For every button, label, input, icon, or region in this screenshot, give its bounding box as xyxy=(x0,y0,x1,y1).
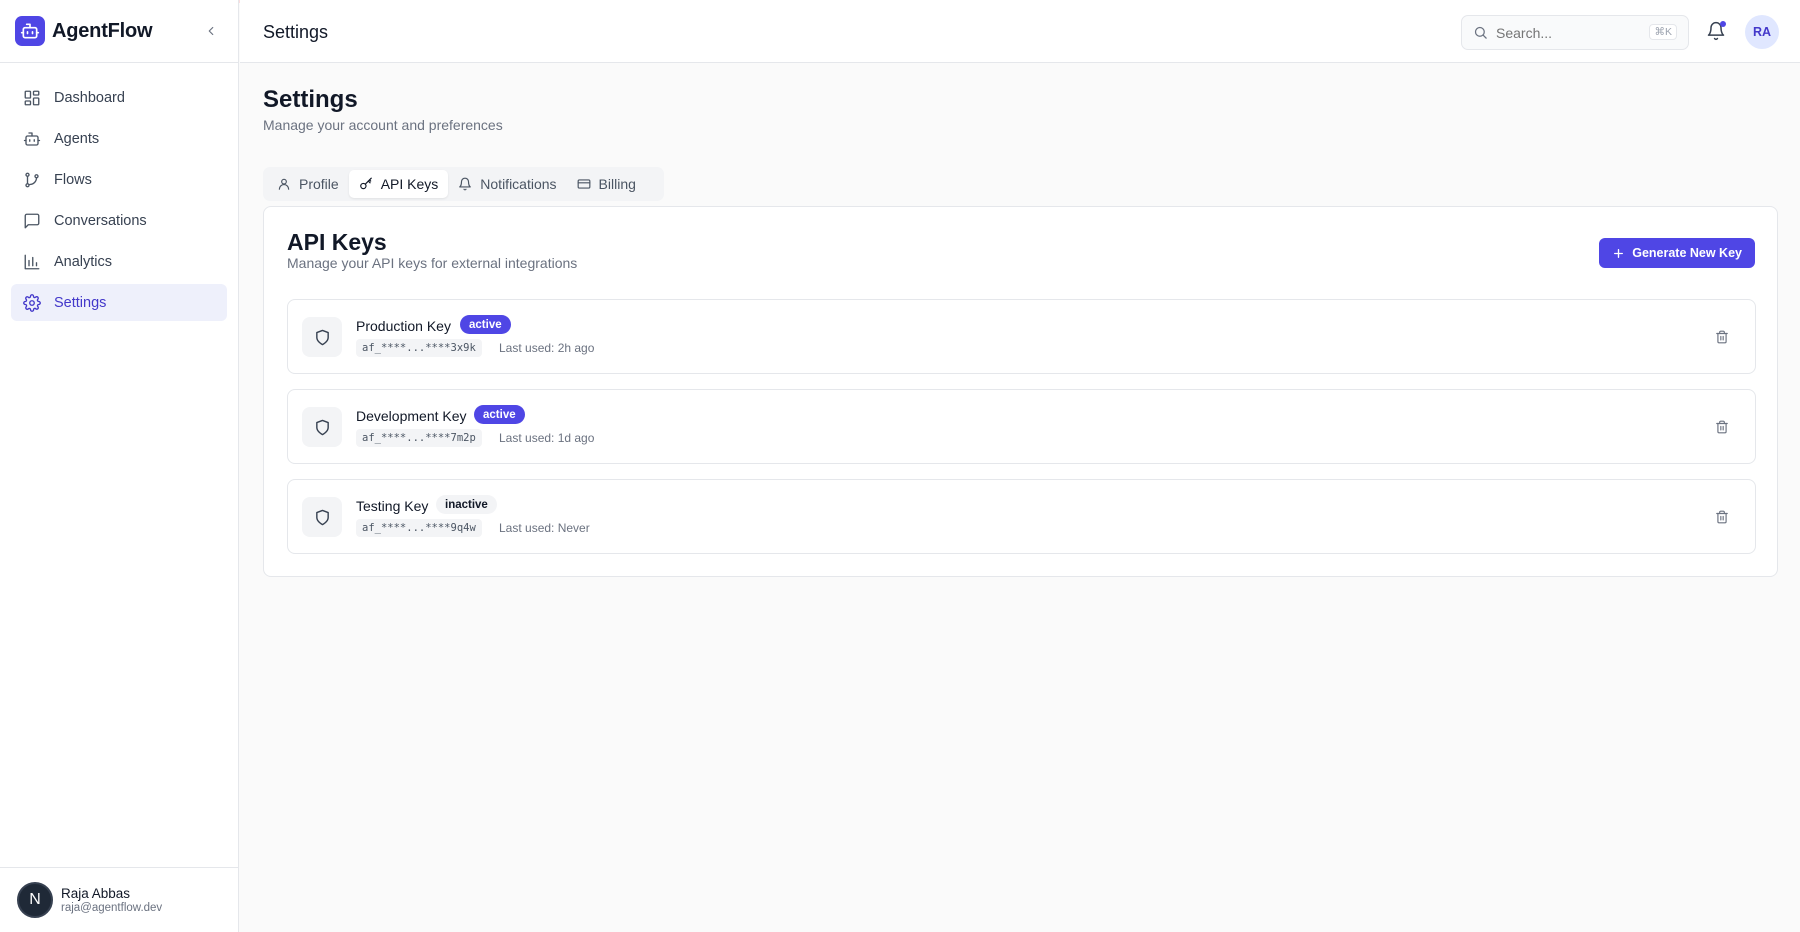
sidebar-item-label: Analytics xyxy=(54,253,113,270)
tab-label: API Keys xyxy=(380,176,439,192)
top-header: Settings ⌘K RA xyxy=(240,0,1800,63)
user-email: raja@agentflow.dev xyxy=(61,902,163,914)
api-key-row: Development Key active af_****...****7m2… xyxy=(287,389,1756,464)
key-name: Development Key xyxy=(356,408,467,424)
delete-trash-icon[interactable] xyxy=(1713,508,1731,526)
user-profile[interactable]: N Raja Abbas raja@agentflow.dev xyxy=(0,867,239,932)
masked-key: af_****...****7m2p xyxy=(356,429,482,447)
sidebar-item-agents[interactable]: Agents xyxy=(11,120,227,157)
last-used: Last used: Never xyxy=(499,521,590,535)
sidebar-item-label: Conversations xyxy=(54,212,147,229)
last-used: Last used: 1d ago xyxy=(499,431,595,445)
card-title: API Keys xyxy=(287,229,387,255)
search-box[interactable]: ⌘K xyxy=(1461,15,1689,50)
user-name: Raja Abbas xyxy=(61,886,131,901)
sidebar-nav: Dashboard Agents Flows Conversations Ana… xyxy=(0,63,238,321)
api-key-row: Production Key active af_****...****3x9k… xyxy=(287,299,1756,374)
gear-icon xyxy=(23,293,41,312)
user-info: Raja Abbas raja@agentflow.dev xyxy=(61,886,162,914)
status-badge: active xyxy=(460,315,511,334)
dashboard-icon xyxy=(24,90,40,105)
sidebar-item-analytics[interactable]: Analytics xyxy=(11,243,227,280)
plus-icon xyxy=(1614,248,1624,258)
tab-billing[interactable]: Billing xyxy=(567,170,646,198)
shield-icon xyxy=(302,317,342,357)
card-subtitle: Manage your API keys for external integr… xyxy=(287,255,578,271)
button-label: Generate New Key xyxy=(1632,246,1742,260)
page-subtitle: Manage your account and preferences xyxy=(263,117,503,133)
sidebar-item-flows[interactable]: Flows xyxy=(11,161,227,198)
search-shortcut-badge: ⌘K xyxy=(1649,24,1677,40)
notification-dot xyxy=(1720,21,1726,27)
collapse-sidebar-chevron-left-icon[interactable] xyxy=(202,22,220,40)
brand: AgentFlow xyxy=(0,0,238,63)
message-square-icon xyxy=(24,213,40,228)
sidebar: AgentFlow Dashboard Agents Flows Convers… xyxy=(0,0,239,932)
header-title: Settings xyxy=(263,22,329,42)
header-avatar[interactable]: RA xyxy=(1745,15,1779,49)
sidebar-item-label: Dashboard xyxy=(54,89,125,106)
key-name: Testing Key xyxy=(356,498,429,514)
shield-icon xyxy=(302,407,342,447)
tab-api-keys[interactable]: API Keys xyxy=(348,170,449,198)
key-name: Production Key xyxy=(356,318,451,334)
search-icon xyxy=(1474,26,1487,39)
page-title: Settings xyxy=(263,86,358,113)
tab-label: Billing xyxy=(598,176,636,192)
api-keys-card: API Keys Manage your API keys for extern… xyxy=(263,206,1778,577)
key-icon xyxy=(359,177,372,190)
bar-chart-icon xyxy=(24,254,40,269)
generate-new-key-button[interactable]: Generate New Key xyxy=(1599,238,1755,268)
status-badge: active xyxy=(474,405,525,424)
avatar[interactable]: N xyxy=(17,882,53,918)
delete-trash-icon[interactable] xyxy=(1713,418,1731,436)
bot-icon xyxy=(23,131,41,146)
status-badge: inactive xyxy=(436,495,497,514)
tab-profile[interactable]: Profile xyxy=(267,170,349,198)
sidebar-item-label: Flows xyxy=(54,171,92,188)
tab-label: Profile xyxy=(299,176,339,192)
tab-notifications[interactable]: Notifications xyxy=(448,170,566,198)
sidebar-item-dashboard[interactable]: Dashboard xyxy=(11,79,227,116)
tab-label: Notifications xyxy=(480,176,557,192)
app-name[interactable]: AgentFlow xyxy=(52,20,153,43)
agentflow-logo-icon[interactable] xyxy=(15,16,45,46)
search-input[interactable] xyxy=(1496,24,1646,41)
sidebar-item-settings[interactable]: Settings xyxy=(11,284,227,321)
shield-icon xyxy=(302,497,342,537)
notifications-bell-icon[interactable] xyxy=(1706,21,1726,41)
sidebar-item-label: Agents xyxy=(54,130,100,147)
delete-trash-icon[interactable] xyxy=(1713,328,1731,346)
sidebar-item-conversations[interactable]: Conversations xyxy=(11,202,227,239)
sidebar-item-label: Settings xyxy=(54,294,107,311)
user-icon xyxy=(278,178,290,190)
settings-tabs: Profile API Keys Notifications Billing xyxy=(263,167,664,201)
git-branch-icon xyxy=(25,172,39,187)
last-used: Last used: 2h ago xyxy=(499,341,595,355)
masked-key: af_****...****9q4w xyxy=(356,519,482,537)
api-key-row: Testing Key inactive af_****...****9q4w … xyxy=(287,479,1756,554)
bell-icon xyxy=(459,177,472,191)
masked-key: af_****...****3x9k xyxy=(356,339,482,357)
credit-card-icon xyxy=(577,179,590,189)
